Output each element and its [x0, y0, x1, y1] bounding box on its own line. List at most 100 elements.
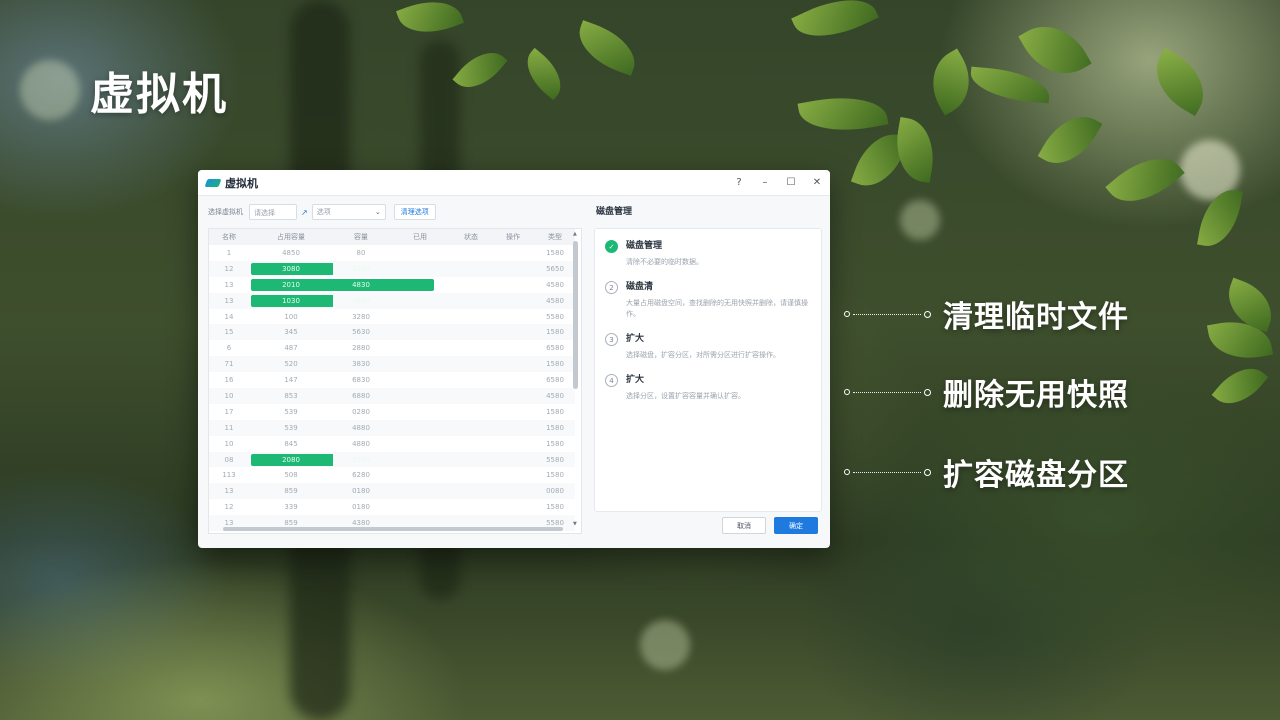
- table-cell: 6: [209, 340, 249, 356]
- table-row[interactable]: 08 2080 3080 5580: [209, 451, 575, 468]
- step-number: 4: [605, 374, 618, 387]
- table-cell: [451, 467, 491, 483]
- cell-value: 10: [224, 439, 234, 448]
- table-row[interactable]: 17 539 0280 1580: [209, 404, 575, 420]
- table-cell: 71: [209, 356, 249, 373]
- cancel-button[interactable]: 取消: [722, 517, 766, 534]
- table-cell: 4880: [333, 419, 389, 436]
- cell-value: 4380: [352, 519, 370, 528]
- table-cell: 4580: [535, 292, 575, 309]
- window-titlebar[interactable]: 虚拟机 ? – ☐ ✕: [198, 170, 830, 196]
- table-row[interactable]: 10 853 6880 4580: [209, 388, 575, 404]
- table-cell: 5630: [333, 324, 389, 341]
- vm-table: 名称 占用容量 容量 已用 状态 操作 类型 1 4850 80 1580 12 3080…: [208, 228, 582, 534]
- scroll-down-icon[interactable]: ▼: [573, 521, 577, 527]
- cell-value: 13: [224, 296, 234, 305]
- window-app-name: 虚拟机: [225, 176, 258, 190]
- table-cell: [491, 324, 535, 341]
- maximize-icon[interactable]: ☐: [786, 177, 796, 188]
- scroll-up-icon[interactable]: ▲: [573, 231, 577, 237]
- callout-item: 扩容磁盘分区: [844, 450, 1129, 494]
- cell-value: 0180: [352, 487, 370, 496]
- cell-value: 6830: [352, 376, 370, 385]
- table-cell: 4850: [249, 245, 333, 261]
- table-cell: 859: [249, 483, 333, 500]
- table-cell: 339: [249, 499, 333, 515]
- callout-dot: [844, 311, 850, 317]
- leaf: [1037, 104, 1103, 176]
- vm-list-pane: 选择虚拟机 请选择 ↗ 选项 ⌄ 清理选项 名称 占用容量 容量 已用 状态 操…: [198, 196, 590, 548]
- table-cell: 11: [209, 419, 249, 436]
- col-header[interactable]: 状态: [451, 229, 491, 245]
- table-row[interactable]: 13 1030 4830 4580: [209, 292, 575, 309]
- table-cell: 17: [209, 404, 249, 420]
- close-icon[interactable]: ✕: [812, 177, 822, 188]
- leaf: [797, 88, 889, 140]
- table-row[interactable]: 14 100 3280 5580: [209, 309, 575, 325]
- cell-value: 859: [284, 519, 298, 528]
- minimize-icon[interactable]: –: [760, 177, 770, 188]
- cell-value: 16: [224, 376, 234, 385]
- cell-value: 5650: [546, 264, 564, 273]
- col-header[interactable]: 类型: [535, 229, 575, 245]
- step-item: 2 磁盘清 大量占用磁盘空间，查找删除的无用快照并删除，请谨慎操作。: [605, 280, 811, 320]
- table-row[interactable]: 15 345 5630 1580: [209, 324, 575, 341]
- option-select[interactable]: 选项 ⌄: [311, 204, 386, 220]
- scrollbar-thumb[interactable]: [223, 527, 563, 531]
- table-cell: 4830: [333, 277, 389, 293]
- table-cell: [389, 260, 451, 277]
- vertical-scrollbar[interactable]: ▲ ▼: [573, 231, 579, 527]
- table-cell: [491, 499, 535, 515]
- cleanup-options-button[interactable]: 清理选项: [393, 204, 436, 220]
- col-header[interactable]: 占用容量: [249, 229, 333, 245]
- table-cell: 539: [249, 419, 333, 436]
- table-cell: 853: [249, 388, 333, 404]
- table-cell: 2010: [249, 277, 434, 293]
- table-cell: [389, 245, 451, 261]
- confirm-button[interactable]: 确定: [774, 517, 818, 534]
- table-row[interactable]: 16 147 6830 6580: [209, 372, 575, 388]
- col-header[interactable]: 名称: [209, 229, 249, 245]
- table-cell: [451, 260, 491, 277]
- cell-value: 3080: [282, 264, 300, 273]
- table-row[interactable]: 13 859 0180 0080: [209, 483, 575, 500]
- table-cell: 3080: [249, 260, 337, 277]
- col-header[interactable]: 已用: [389, 229, 451, 245]
- table-cell: [491, 372, 535, 388]
- col-header[interactable]: 容量: [333, 229, 389, 245]
- table-cell: [451, 451, 491, 468]
- table-cell: 1580: [535, 467, 575, 483]
- callout-dot: [924, 388, 931, 396]
- table-cell: [451, 436, 491, 452]
- table-cell: 1580: [535, 404, 575, 420]
- vm-select-input[interactable]: 请选择: [249, 204, 297, 220]
- table-cell: [491, 388, 535, 404]
- table-cell: 80: [333, 245, 389, 261]
- table-row[interactable]: 13 2010 4830 4580: [209, 277, 575, 293]
- cell-value: 113: [222, 471, 236, 480]
- help-icon[interactable]: ?: [734, 177, 744, 188]
- table-cell: [389, 499, 451, 515]
- table-row[interactable]: 12 3080 3180 5650: [209, 260, 575, 277]
- table-row[interactable]: 11 539 4880 1580: [209, 419, 575, 436]
- table-cell: [389, 467, 451, 483]
- table-cell: [451, 483, 491, 500]
- table-row[interactable]: 1 4850 80 1580: [209, 245, 575, 261]
- scrollbar-thumb[interactable]: [573, 241, 578, 389]
- table-row[interactable]: 6 487 2880 6580: [209, 340, 575, 356]
- cell-value: 520: [284, 360, 298, 369]
- table-cell: [491, 483, 535, 500]
- horizontal-scrollbar[interactable]: [211, 527, 571, 532]
- table-cell: 0180: [333, 483, 389, 500]
- cell-value: 339: [284, 503, 298, 512]
- cell-value: 6580: [546, 376, 564, 385]
- table-row[interactable]: 71 520 3830 1580: [209, 356, 575, 373]
- cell-value: 1580: [546, 471, 564, 480]
- table-row[interactable]: 10 845 4880 1580: [209, 436, 575, 452]
- table-cell: 10: [209, 388, 249, 404]
- callout-dot: [924, 468, 931, 476]
- table-row[interactable]: 12 339 0180 1580: [209, 499, 575, 515]
- col-header[interactable]: 操作: [491, 229, 535, 245]
- table-row[interactable]: 113 508 6280 1580: [209, 467, 575, 483]
- table-cell: 13: [209, 483, 249, 500]
